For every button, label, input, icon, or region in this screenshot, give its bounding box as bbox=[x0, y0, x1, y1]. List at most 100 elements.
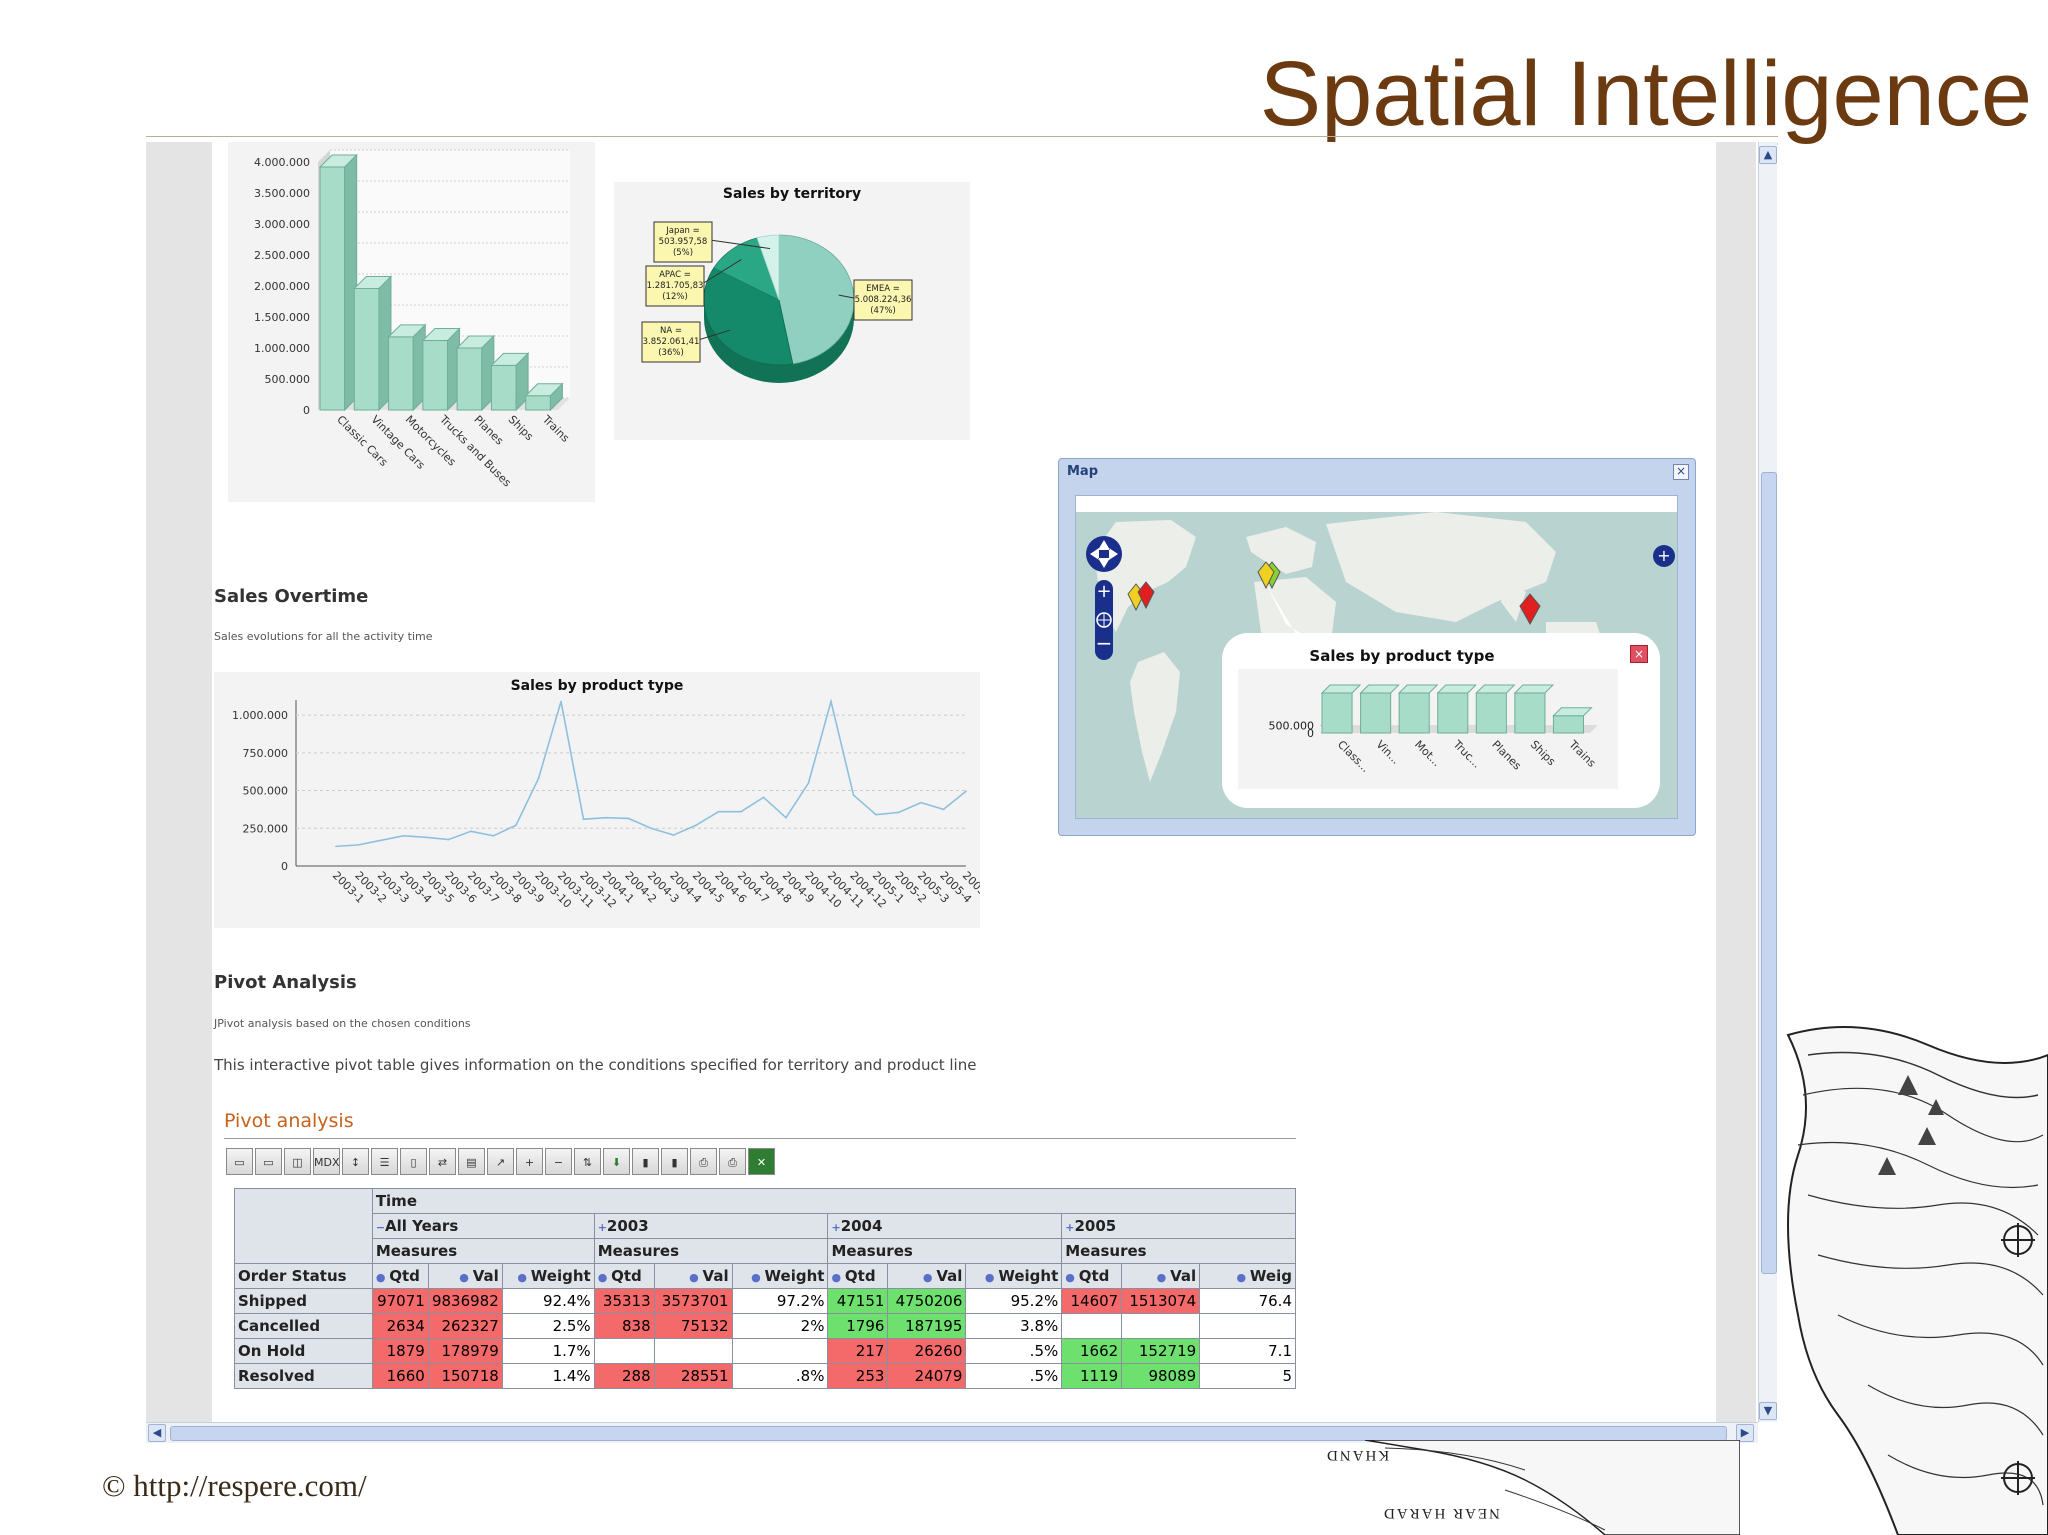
expand-icon[interactable]: + bbox=[598, 1221, 607, 1234]
print-config-icon[interactable]: ⎙ bbox=[690, 1148, 717, 1175]
scroll-down-icon[interactable]: ▼ bbox=[1759, 1402, 1777, 1420]
drill-member-icon[interactable]: ▤ bbox=[458, 1148, 485, 1175]
y-tick-label: 500.000 bbox=[265, 373, 311, 386]
sort-icon[interactable]: ● bbox=[1065, 1271, 1078, 1284]
y-tick-label: 3.000.000 bbox=[254, 218, 310, 231]
save-as-icon[interactable]: ▭ bbox=[255, 1148, 282, 1175]
time-dimension-header[interactable]: Time bbox=[371, 1188, 1296, 1214]
sort-icon[interactable]: ● bbox=[1236, 1271, 1249, 1284]
order-status-header[interactable]: Order Status bbox=[234, 1263, 373, 1289]
swap-axes-icon[interactable]: ⇄ bbox=[429, 1148, 456, 1175]
popup-close-button[interactable]: × bbox=[1630, 645, 1648, 663]
map-close-button[interactable]: × bbox=[1673, 464, 1689, 480]
sort-icon[interactable]: ● bbox=[376, 1271, 389, 1284]
sort-icon[interactable]: ● bbox=[689, 1271, 702, 1284]
expand-icon[interactable]: + bbox=[831, 1221, 840, 1234]
pan-control-icon[interactable]: + − bbox=[1084, 522, 1124, 662]
measure-header-weight[interactable]: ● Weight bbox=[501, 1263, 595, 1289]
measures-header: Measures bbox=[827, 1238, 1063, 1264]
sort-icon[interactable]: ● bbox=[1157, 1271, 1170, 1284]
pivot-cell: 1660 bbox=[371, 1363, 429, 1389]
sales-line bbox=[335, 698, 967, 848]
expand-icon[interactable]: + bbox=[516, 1148, 543, 1175]
row-header[interactable]: On Hold bbox=[234, 1338, 373, 1364]
sort-icon[interactable]: ● bbox=[459, 1271, 472, 1284]
sort-icon[interactable]: ● bbox=[517, 1271, 530, 1284]
table-row: Resolved 1660 150718 1.4% 288 28551.8% 253 2407… bbox=[234, 1363, 1296, 1389]
pivot-cell: 2.5% bbox=[501, 1313, 595, 1339]
print-icon[interactable]: ⎙ bbox=[719, 1148, 746, 1175]
sort-icon[interactable]: ● bbox=[985, 1271, 998, 1284]
measure-header-val[interactable]: ● Val bbox=[1121, 1263, 1201, 1289]
svg-text:+: + bbox=[1657, 546, 1670, 565]
non-empty-icon[interactable]: ▯ bbox=[400, 1148, 427, 1175]
save-icon[interactable]: ▭ bbox=[226, 1148, 253, 1175]
measure-header-weight[interactable]: ● Weig bbox=[1199, 1263, 1296, 1289]
sales-overtime-subtitle: Sales evolutions for all the activity ti… bbox=[214, 630, 433, 643]
measure-header-qtd[interactable]: ● Qtd bbox=[1061, 1263, 1123, 1289]
chart-config-icon[interactable]: ▮ bbox=[661, 1148, 688, 1175]
table-row: On Hold 1879 178979 1.7% 217 26260.5% 1662 1527… bbox=[234, 1338, 1296, 1364]
copyright-text: © http://respere.com/ bbox=[102, 1468, 367, 1503]
row-header[interactable]: Resolved bbox=[234, 1363, 373, 1389]
row-header[interactable]: Shipped bbox=[234, 1288, 373, 1314]
pivot-cell bbox=[731, 1338, 829, 1364]
scroll-left-icon[interactable]: ◀ bbox=[148, 1424, 166, 1442]
pivot-cell: 76.4 bbox=[1199, 1288, 1296, 1314]
measure-header-val[interactable]: ● Val bbox=[653, 1263, 733, 1289]
sort-icon[interactable]: ● bbox=[598, 1271, 611, 1284]
horizontal-scroll-thumb[interactable] bbox=[170, 1426, 1727, 1441]
pivot-cell: 288 bbox=[593, 1363, 655, 1389]
map-window[interactable]: Map × + − + Sales by product type × 500.… bbox=[1058, 458, 1696, 836]
sort-icon[interactable]: ↕ bbox=[342, 1148, 369, 1175]
pivot-cell: 217 bbox=[827, 1338, 889, 1364]
drill-position-icon[interactable]: ↗ bbox=[487, 1148, 514, 1175]
measure-header-qtd[interactable]: ● Qtd bbox=[593, 1263, 655, 1289]
map-popup[interactable]: Sales by product type × 500.000 0 Class...… bbox=[1222, 633, 1660, 808]
pie-chart-svg: Sales by territory EMEA =5.008.224,36(47%… bbox=[641, 186, 913, 383]
mdx-button[interactable]: MDX bbox=[313, 1148, 340, 1175]
year-header-all[interactable]: −All Years bbox=[371, 1213, 595, 1239]
table-row: Cancelled 2634 262327 2.5% 838 75132 2% 1796 187… bbox=[234, 1313, 1296, 1339]
year-header-2005[interactable]: +2005 bbox=[1061, 1213, 1296, 1239]
year-header-2004[interactable]: +2004 bbox=[827, 1213, 1063, 1239]
pivot-cell: 2634 bbox=[371, 1313, 429, 1339]
map-marker-icon[interactable] bbox=[1516, 592, 1546, 626]
cube-icon[interactable]: ◫ bbox=[284, 1148, 311, 1175]
y-tick-label: 750.000 bbox=[243, 747, 289, 760]
measure-header-val[interactable]: ● Val bbox=[887, 1263, 967, 1289]
year-header-2003[interactable]: +2003 bbox=[593, 1213, 829, 1239]
map-label-near-harad: NEAR HARAD bbox=[1382, 1505, 1500, 1521]
pivot-cell: 262327 bbox=[427, 1313, 503, 1339]
vertical-scroll-thumb[interactable] bbox=[1761, 472, 1777, 1274]
pie-label-text: 3.852.061,41 bbox=[643, 337, 700, 347]
pivot-cell: 178979 bbox=[427, 1338, 503, 1364]
pivot-cell: 5 bbox=[1199, 1363, 1296, 1389]
measure-header-val[interactable]: ● Val bbox=[427, 1263, 503, 1289]
sort-icon[interactable]: ● bbox=[831, 1271, 844, 1284]
measure-header-qtd[interactable]: ● Qtd bbox=[371, 1263, 429, 1289]
chart-icon[interactable]: ▮ bbox=[632, 1148, 659, 1175]
collapse-icon[interactable]: − bbox=[545, 1148, 572, 1175]
collapse-icon[interactable]: − bbox=[376, 1221, 385, 1234]
excel-icon[interactable]: ✕ bbox=[748, 1148, 775, 1175]
export-icon[interactable]: ⬇ bbox=[603, 1148, 630, 1175]
layer-switcher-icon[interactable]: + bbox=[1652, 544, 1676, 568]
row-header[interactable]: Cancelled bbox=[234, 1313, 373, 1339]
vertical-scrollbar[interactable]: ▲ ▼ bbox=[1758, 142, 1777, 1422]
y-tick-label: 0 bbox=[281, 860, 288, 873]
scroll-up-icon[interactable]: ▲ bbox=[1759, 146, 1777, 164]
measure-label: Val bbox=[472, 1267, 499, 1285]
measure-header-weight[interactable]: ● Weight bbox=[731, 1263, 829, 1289]
hierarchy-icon[interactable]: ☰ bbox=[371, 1148, 398, 1175]
pie-label-text: NA = bbox=[660, 326, 682, 336]
map-marker-icon[interactable] bbox=[1124, 580, 1158, 614]
sort-icon[interactable]: ● bbox=[923, 1271, 936, 1284]
sort-icon[interactable]: ● bbox=[751, 1271, 764, 1284]
drill-through-icon[interactable]: ⇅ bbox=[574, 1148, 601, 1175]
measure-header-qtd[interactable]: ● Qtd bbox=[827, 1263, 889, 1289]
measure-label: Weight bbox=[530, 1267, 591, 1285]
map-canvas[interactable]: + − + Sales by product type × 500.000 0 … bbox=[1076, 512, 1677, 818]
bar bbox=[490, 364, 517, 411]
measure-header-weight[interactable]: ● Weight bbox=[965, 1263, 1063, 1289]
